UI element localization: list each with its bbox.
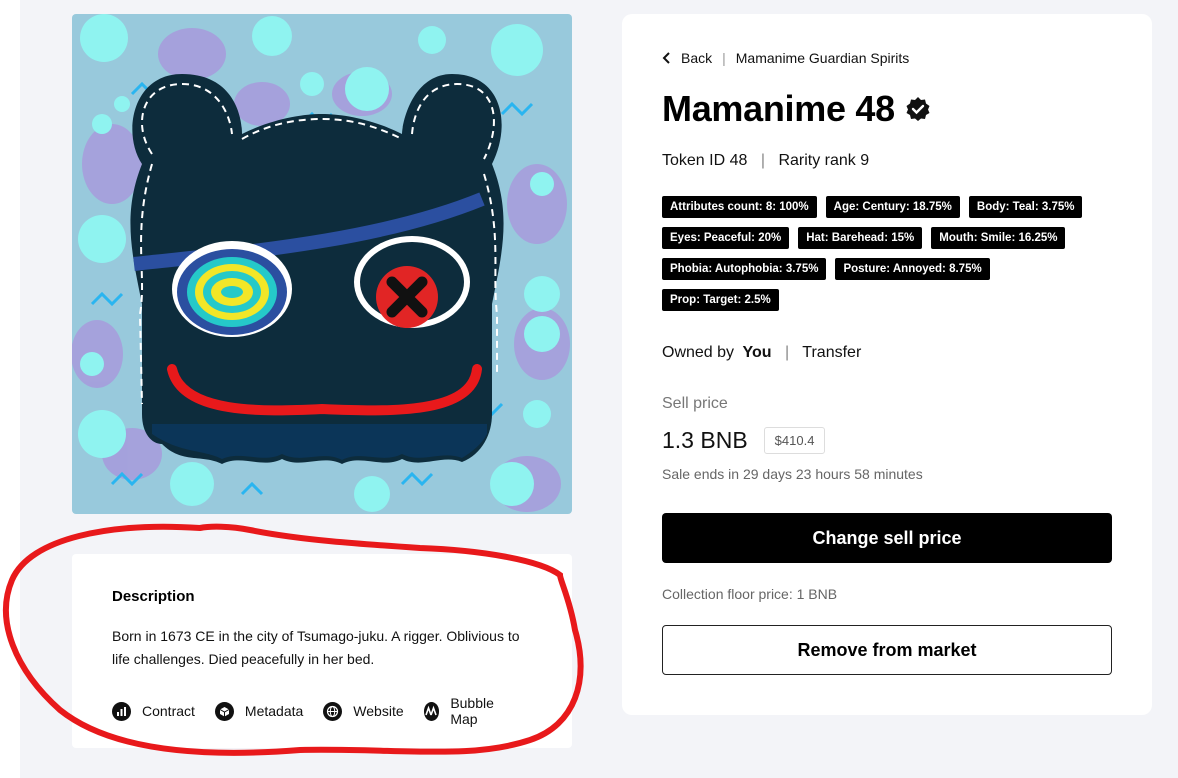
attribute-tag: Mouth: Smile: 16.25% — [931, 227, 1066, 249]
transfer-link[interactable]: Transfer — [802, 344, 861, 361]
nft-artwork — [72, 14, 572, 514]
contract-link[interactable]: Contract — [112, 701, 195, 721]
attribute-tag: Hat: Barehead: 15% — [798, 227, 923, 249]
nft-title: Mamanime 48 — [662, 88, 895, 129]
back-label: Back — [681, 50, 713, 66]
attribute-tag: Age: Century: 18.75% — [825, 196, 960, 218]
website-link[interactable]: Website — [323, 701, 404, 721]
collection-floor-price: Collection floor price: 1 BNB — [662, 586, 838, 602]
external-links: Contract Metadata Website Bubble Map — [112, 695, 532, 727]
ownership-separator: | — [784, 344, 790, 361]
ownership-row: Owned by You | Transfer — [662, 344, 1112, 362]
attribute-tag: Attributes count: 8: 100% — [662, 196, 817, 218]
globe-icon — [323, 701, 343, 721]
bubble-map-icon — [423, 701, 440, 721]
chart-icon — [112, 701, 131, 721]
sell-price-label: Sell price — [662, 395, 728, 412]
token-meta: Token ID 48 | Rarity rank 9 — [662, 152, 1112, 170]
verified-badge-icon — [906, 97, 930, 121]
owned-prefix: Owned by — [662, 344, 735, 361]
attribute-tags: Attributes count: 8: 100% Age: Century: … — [662, 196, 1102, 320]
attribute-tag: Body: Teal: 3.75% — [968, 196, 1083, 218]
attribute-tag: Eyes: Peaceful: 20% — [662, 227, 790, 249]
metadata-link-label: Metadata — [244, 703, 304, 719]
chevron-left-icon — [662, 52, 670, 64]
sale-ends-text: Sale ends in 29 days 23 hours 58 minutes — [662, 466, 923, 482]
usd-price-badge: $410.4 — [763, 427, 826, 454]
contract-link-label: Contract — [142, 703, 195, 719]
description-heading: Description — [112, 588, 195, 605]
price-row: 1.3 BNB $410.4 — [662, 427, 1112, 454]
attribute-tag: Prop: Target: 2.5% — [662, 289, 779, 311]
owner-name: You — [742, 344, 772, 361]
breadcrumb-separator: | — [722, 50, 726, 66]
bubble-map-link-label: Bubble Map — [450, 695, 494, 727]
attribute-tag: Phobia: Autophobia: 3.75% — [662, 258, 827, 280]
website-link-label: Website — [353, 703, 404, 719]
description-text: Born in 1673 CE in the city of Tsumago-j… — [112, 628, 520, 667]
collection-link[interactable]: Mamanime Guardian Spirits — [736, 50, 910, 66]
bubble-map-link[interactable]: Bubble Map — [423, 695, 512, 727]
metadata-link[interactable]: Metadata — [214, 701, 304, 721]
token-id: Token ID 48 — [662, 152, 748, 169]
description-card: Description Born in 1673 CE in the city … — [72, 554, 572, 748]
remove-from-market-button[interactable]: Remove from market — [662, 625, 1112, 675]
breadcrumb: Back | Mamanime Guardian Spirits — [662, 50, 1112, 66]
nft-info-card: Back | Mamanime Guardian Spirits Mamanim… — [622, 14, 1152, 715]
sell-price: 1.3 BNB — [662, 427, 748, 453]
title-row: Mamanime 48 — [662, 88, 1112, 130]
meta-separator: | — [760, 152, 765, 169]
back-button[interactable]: Back — [662, 50, 712, 66]
change-sell-price-button[interactable]: Change sell price — [662, 513, 1112, 563]
attribute-tag: Posture: Annoyed: 8.75% — [835, 258, 990, 280]
cube-icon — [214, 701, 234, 721]
rarity-rank: Rarity rank 9 — [778, 152, 870, 169]
